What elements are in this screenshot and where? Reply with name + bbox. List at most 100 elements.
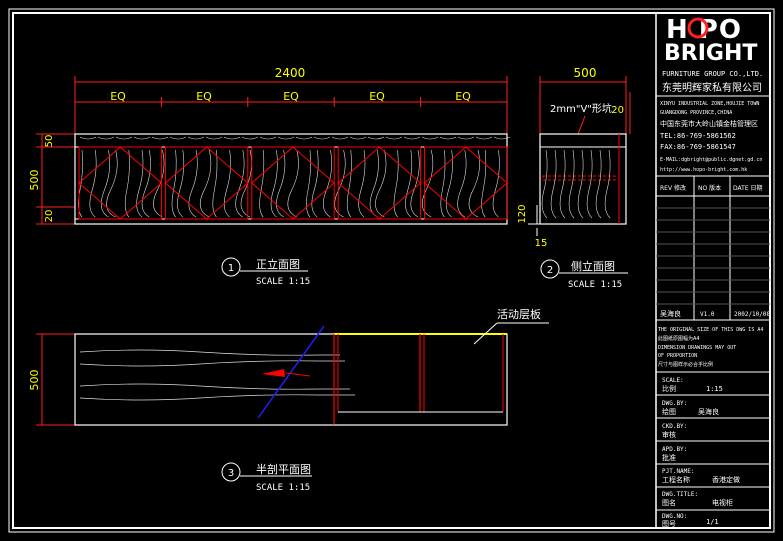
scale-label-cn: 比例 bbox=[662, 384, 676, 393]
grain-top bbox=[151, 136, 169, 140]
plinth-offset-label: 15 bbox=[535, 238, 548, 249]
grain-line bbox=[492, 149, 500, 218]
note-en-2: DIMENSION DRAWINGS MAY OUT bbox=[658, 345, 736, 351]
eq-label-1: EQ bbox=[110, 90, 126, 103]
title-block: H PO BRIGHT FURNITURE GROUP CO.,LTD. 东莞明… bbox=[655, 13, 771, 528]
grain-line bbox=[311, 149, 319, 218]
door-open-mark bbox=[337, 146, 422, 220]
side-top-panel bbox=[539, 133, 627, 148]
grain-top bbox=[421, 136, 439, 140]
front-door bbox=[337, 146, 422, 220]
plan-grain-line bbox=[79, 394, 355, 401]
note-cn-1: 此图纸原图幅为A4 bbox=[658, 335, 700, 342]
title-label-cn: 图名 bbox=[662, 498, 676, 507]
title-label-en: DWG.TITLE: bbox=[662, 491, 698, 498]
door-open-mark bbox=[251, 146, 335, 220]
grain-line bbox=[468, 149, 480, 218]
project-label-en: PJT.NAME: bbox=[662, 468, 695, 475]
grain-line bbox=[481, 149, 487, 218]
tel: TEL:86-769-5861562 bbox=[660, 132, 736, 140]
grain-line bbox=[240, 149, 252, 218]
grain-line bbox=[259, 149, 265, 218]
note-en-3: OF PROPORTION bbox=[658, 353, 697, 359]
plan-grain-line bbox=[79, 349, 340, 356]
drawing-title: 电视柜 bbox=[712, 498, 733, 507]
address-cn: 中国东莞市大岭山镇金桔管理区 bbox=[660, 119, 758, 128]
number-label-cn: 图号 bbox=[662, 520, 676, 528]
eq-label-3: EQ bbox=[283, 90, 299, 103]
company-name-en: FURNITURE GROUP CO.,LTD. bbox=[662, 70, 763, 78]
logo-text-line2: BRIGHT bbox=[664, 41, 757, 66]
view-1-title: 正立面图 bbox=[256, 257, 300, 271]
side-grain-line bbox=[595, 149, 602, 219]
view-3-scale: SCALE 1:15 bbox=[256, 483, 310, 493]
front-door bbox=[251, 146, 335, 220]
email: E-MAIL:dgbright@public.dgnet.gd.cn bbox=[660, 157, 762, 163]
view-1-scale: SCALE 1:15 bbox=[256, 277, 310, 287]
grain-top bbox=[277, 136, 295, 140]
grain-top bbox=[349, 136, 367, 140]
checked-label-cn: 审核 bbox=[662, 430, 676, 439]
door-open-mark bbox=[78, 146, 163, 220]
grain-line bbox=[440, 149, 446, 218]
view-1-number: 1 bbox=[228, 263, 234, 274]
grain-top bbox=[241, 136, 259, 140]
grain-line bbox=[141, 149, 151, 218]
view-3-title: 半剖平面图 bbox=[256, 462, 311, 476]
grain-top bbox=[223, 136, 241, 140]
view-2-scale: SCALE 1:15 bbox=[568, 280, 622, 290]
plan-depth-label: 500 bbox=[28, 370, 41, 391]
plan-outline bbox=[74, 333, 508, 426]
side-elevation: 500 20 2mm"V"形坑 2 侧立面图 SCALE 1:15 bbox=[539, 66, 631, 290]
grain-line bbox=[177, 149, 185, 218]
grain-line bbox=[212, 149, 218, 218]
front-width-label: 2400 bbox=[275, 66, 306, 80]
website: http://www.hopo-bright.com.hk bbox=[660, 167, 747, 173]
side-grain-line bbox=[568, 149, 575, 219]
drawn-by-label-en: DWG.BY: bbox=[662, 400, 687, 407]
front-bottom-dim-label: 20 bbox=[44, 210, 55, 223]
grain-top bbox=[187, 136, 205, 140]
grain-line bbox=[223, 149, 231, 218]
grain-line bbox=[124, 149, 130, 218]
rev-version: V1.0 bbox=[700, 311, 715, 318]
side-grain-line bbox=[577, 149, 584, 219]
address-en-2: GUANGDONG PROVINCE,CHINA bbox=[660, 110, 732, 116]
view-2-number: 2 bbox=[547, 265, 553, 276]
cad-drawing-canvas: 2400 EQ EQ EQ EQ EQ 500 50 20 120 15 1 正… bbox=[8, 8, 775, 533]
grain-top bbox=[169, 136, 187, 140]
side-width-label: 500 bbox=[574, 66, 597, 80]
grain-top bbox=[331, 136, 349, 140]
grain-top bbox=[475, 136, 493, 140]
grain-line bbox=[287, 149, 299, 218]
plinth-height-label: 120 bbox=[517, 204, 528, 223]
grain-top bbox=[313, 136, 331, 140]
side-grain-line bbox=[604, 149, 611, 219]
side-grain-line bbox=[541, 149, 548, 219]
rev-name: 吴海良 bbox=[660, 309, 681, 318]
grain-top bbox=[259, 136, 277, 140]
front-door bbox=[78, 146, 162, 220]
half-section-plan: 500 活动层板 3 半剖平面图 SCALE 1:15 bbox=[28, 307, 549, 493]
grain-top bbox=[367, 136, 385, 140]
side-wood-grain bbox=[541, 149, 611, 219]
eq-label-4: EQ bbox=[369, 90, 385, 103]
grain-line bbox=[199, 149, 212, 218]
groove-note: 2mm"V"形坑 bbox=[550, 102, 612, 115]
front-elevation: 2400 EQ EQ EQ EQ EQ 500 50 20 120 15 1 正… bbox=[28, 66, 547, 287]
drawing-border bbox=[8, 8, 775, 533]
approved-label-en: APD.BY: bbox=[662, 446, 687, 453]
grain-line bbox=[171, 149, 177, 218]
grain-top bbox=[439, 136, 457, 140]
company-name-cn: 东莞明辉家私有限公司 bbox=[662, 81, 762, 94]
grain-line bbox=[421, 149, 434, 218]
grain-top bbox=[295, 136, 313, 140]
view-2-title: 侧立面图 bbox=[571, 259, 615, 273]
grain-top bbox=[79, 136, 97, 140]
drawing-number: 1/1 bbox=[706, 518, 719, 526]
rev-header-no: NO 版本 bbox=[698, 184, 721, 192]
section-cut-line bbox=[257, 325, 325, 419]
grain-line bbox=[153, 149, 165, 218]
grain-line bbox=[375, 149, 387, 218]
grain-top bbox=[385, 136, 403, 140]
